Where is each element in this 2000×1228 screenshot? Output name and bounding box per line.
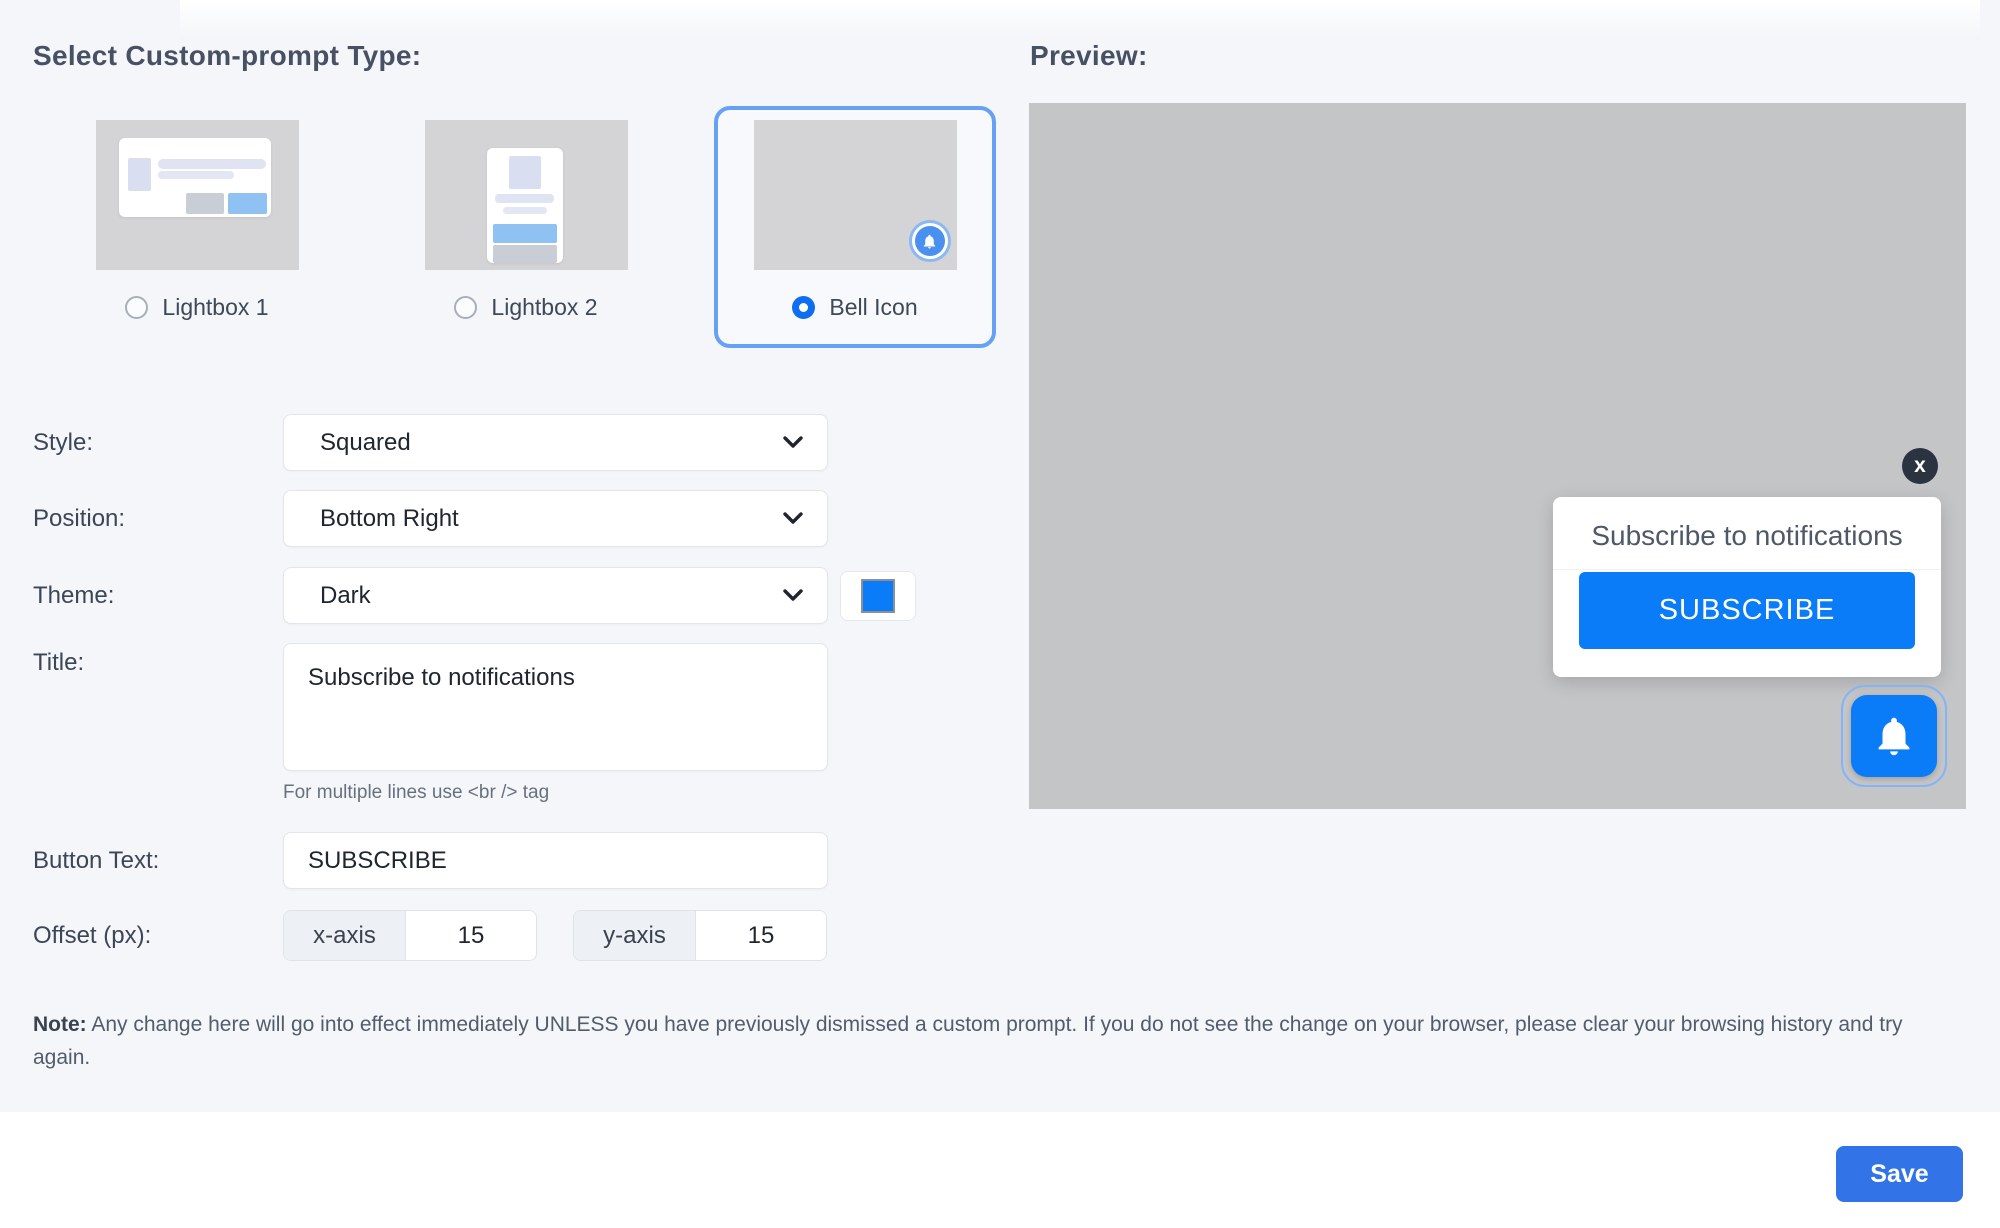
theme-row: Theme: Dark	[33, 567, 933, 624]
mock-image-block	[509, 156, 541, 189]
chevron-down-icon	[783, 436, 803, 449]
offset-y-group: y-axis	[573, 910, 827, 961]
chevron-down-icon	[783, 512, 803, 525]
prompt-type-option-lightbox2[interactable]: Lightbox 2	[385, 106, 667, 348]
mock-cancel-button	[186, 193, 224, 214]
note-body: Any change here will go into effect imme…	[33, 1013, 1903, 1069]
lightbox1-thumbnail	[96, 120, 299, 270]
top-gradient	[180, 0, 1980, 38]
mock-image-block	[128, 158, 151, 191]
button-text-label: Button Text:	[33, 847, 283, 875]
lightbox2-radio[interactable]	[454, 296, 477, 319]
bell-icon-radio-row: Bell Icon	[792, 294, 917, 321]
prompt-type-heading: Select Custom-prompt Type:	[33, 40, 421, 72]
mock-text-line	[503, 207, 547, 215]
bell-icon	[921, 233, 938, 250]
lightbox1-radio-row: Lightbox 1	[125, 294, 268, 321]
prompt-type-option-bell-icon[interactable]: Bell Icon	[714, 106, 996, 348]
position-label: Position:	[33, 505, 283, 533]
theme-color-swatch	[861, 579, 895, 613]
offset-x-input[interactable]	[406, 911, 536, 960]
theme-color-picker[interactable]	[840, 571, 916, 621]
close-icon[interactable]: x	[1902, 448, 1938, 484]
bell-icon-thumbnail	[754, 120, 957, 270]
style-select[interactable]: Squared	[283, 414, 828, 471]
preview-popup-card: Subscribe to notifications SUBSCRIBE	[1553, 497, 1941, 677]
offset-x-label: x-axis	[284, 911, 406, 960]
note-text: Note: Any change here will go into effec…	[33, 1008, 1963, 1074]
position-select[interactable]: Bottom Right	[283, 490, 828, 547]
title-row: Title: Subscribe to notifications	[33, 643, 933, 771]
lightbox2-radio-label: Lightbox 2	[491, 294, 597, 321]
offset-y-label: y-axis	[574, 911, 696, 960]
note-prefix: Note:	[33, 1013, 87, 1036]
preview-popup-title: Subscribe to notifications	[1553, 520, 1941, 552]
bell-icon	[1871, 713, 1917, 759]
mock-allow-button	[493, 224, 557, 243]
mock-text-line	[158, 159, 266, 169]
preview-area: x Subscribe to notifications SUBSCRIBE	[1029, 103, 1966, 809]
bell-icon-radio[interactable]	[792, 296, 815, 319]
button-text-row: Button Text:	[33, 832, 933, 889]
title-label: Title:	[33, 643, 283, 677]
divider	[1553, 569, 1941, 570]
mock-text-line	[158, 171, 234, 179]
title-textarea[interactable]: Subscribe to notifications	[283, 643, 828, 771]
bell-icon	[915, 226, 945, 256]
lightbox1-radio[interactable]	[125, 296, 148, 319]
position-select-value: Bottom Right	[320, 505, 459, 533]
preview-bell-button[interactable]	[1851, 695, 1937, 777]
style-select-value: Squared	[320, 429, 411, 457]
lightbox2-mock-card	[487, 148, 563, 263]
title-helper-text: For multiple lines use <br /> tag	[283, 782, 933, 808]
button-text-input[interactable]	[283, 832, 828, 889]
lightbox2-thumbnail	[425, 120, 628, 270]
offset-y-input[interactable]	[696, 911, 826, 960]
save-button[interactable]: Save	[1836, 1146, 1963, 1202]
lightbox1-radio-label: Lightbox 1	[162, 294, 268, 321]
preview-bell-ring	[1841, 685, 1947, 787]
lightbox1-mock-card	[119, 138, 271, 217]
theme-select[interactable]: Dark	[283, 567, 828, 624]
chevron-down-icon	[783, 589, 803, 602]
lightbox2-radio-row: Lightbox 2	[454, 294, 597, 321]
bell-icon-radio-label: Bell Icon	[829, 294, 917, 321]
custom-prompt-form: Style: Squared Position: Bottom Right Th…	[33, 414, 933, 961]
theme-label: Theme:	[33, 582, 283, 610]
preview-heading: Preview:	[1030, 40, 1148, 72]
style-label: Style:	[33, 429, 283, 457]
mock-text-line	[495, 194, 554, 203]
style-row: Style: Squared	[33, 414, 933, 471]
footer-bar: Save	[0, 1112, 2000, 1228]
offset-x-group: x-axis	[283, 910, 537, 961]
offset-label: Offset (px):	[33, 922, 283, 950]
prompt-type-options: Lightbox 1 Lightbox 2	[56, 106, 996, 348]
offset-row: Offset (px): x-axis y-axis	[33, 910, 933, 961]
preview-subscribe-button[interactable]: SUBSCRIBE	[1579, 572, 1915, 649]
theme-select-value: Dark	[320, 582, 371, 610]
bell-badge	[909, 220, 951, 262]
mock-cancel-button	[493, 245, 557, 263]
position-row: Position: Bottom Right	[33, 490, 933, 547]
mock-allow-button	[228, 193, 267, 214]
prompt-type-option-lightbox1[interactable]: Lightbox 1	[56, 106, 338, 348]
